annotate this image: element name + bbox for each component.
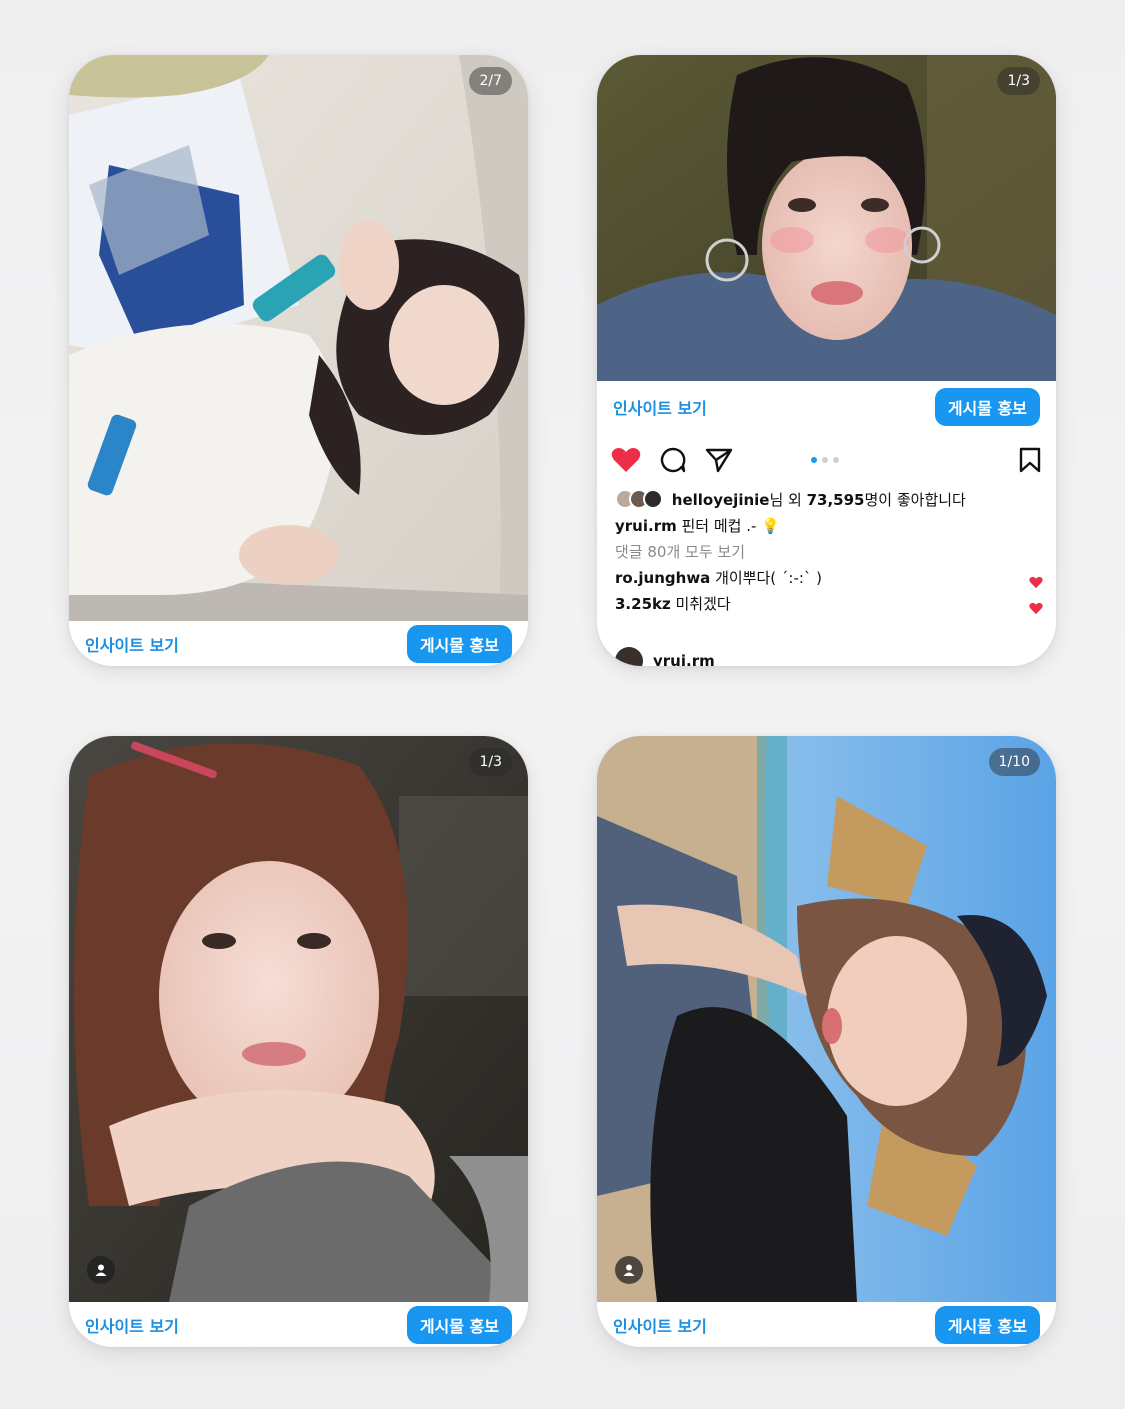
view-insights-link[interactable]: 인사이트 보기: [613, 395, 707, 419]
promote-post-button[interactable]: 게시물 홍보: [406, 1305, 512, 1344]
promote-post-button[interactable]: 게시물 홍보: [934, 388, 1040, 426]
post-photo[interactable]: 1/3: [597, 55, 1056, 381]
carousel-counter: 1/3: [469, 748, 512, 776]
promote-post-button[interactable]: 게시물 홍보: [406, 624, 512, 663]
comment-icon[interactable]: [659, 446, 687, 474]
post-action-bar: 인사이트 보기 게시물 홍보: [597, 381, 1056, 433]
post-details: helloyejinie님 외 73,595명이 좋아합니다 yrui.rm 핀…: [615, 487, 1043, 617]
carousel-counter: 2/7: [469, 67, 512, 95]
post-photo[interactable]: 2/7: [69, 55, 528, 621]
bookmark-icon[interactable]: [1018, 447, 1042, 473]
likes-count[interactable]: 73,595: [807, 491, 865, 509]
comment-heart-icon[interactable]: [1029, 597, 1043, 623]
post-action-bar: 인사이트 보기 게시물 홍보: [69, 621, 528, 666]
likes-suffix-1: 님 외: [769, 491, 807, 509]
comment-text: 개이뿌다( ´:-:` ): [710, 569, 823, 587]
comment-username[interactable]: ro.junghwa: [615, 569, 710, 587]
tagged-user-icon[interactable]: [615, 1256, 643, 1284]
post-card-1[interactable]: 2/7 인사이트 보기 게시물 홍보: [69, 55, 528, 666]
comment-row: ro.junghwa 개이뿌다( ´:-:` ): [615, 565, 1043, 591]
next-post-username[interactable]: yrui.rm: [653, 652, 715, 666]
tagged-user-icon[interactable]: [87, 1256, 115, 1284]
avatar: [615, 647, 643, 666]
liker-avatars: [615, 489, 667, 509]
carousel-counter: 1/3: [997, 67, 1040, 95]
caption-username[interactable]: yrui.rm: [615, 517, 677, 535]
comment-text: 미취겠다: [670, 595, 731, 613]
view-all-comments-link[interactable]: 댓글 80개 모두 보기: [615, 539, 1035, 565]
post-photo[interactable]: 1/10: [597, 736, 1056, 1302]
post-icon-row: [597, 440, 1056, 480]
view-insights-link[interactable]: 인사이트 보기: [613, 1313, 707, 1337]
promote-post-button[interactable]: 게시물 홍보: [934, 1305, 1040, 1344]
post-card-2[interactable]: 1/3 인사이트 보기 게시물 홍보 helloyejinie님 외 73,59…: [597, 55, 1056, 666]
view-insights-link[interactable]: 인사이트 보기: [85, 1313, 179, 1337]
post-action-bar: 인사이트 보기 게시물 홍보: [69, 1302, 528, 1347]
carousel-counter: 1/10: [988, 748, 1040, 776]
likes-line[interactable]: helloyejinie님 외 73,595명이 좋아합니다: [615, 487, 1035, 513]
likes-suffix-2: 명이 좋아합니다: [864, 491, 966, 509]
post-card-3[interactable]: 1/3 인사이트 보기 게시물 홍보: [69, 736, 528, 1347]
post-card-4[interactable]: 1/10 인사이트 보기 게시물 홍보: [597, 736, 1056, 1347]
caption-line: yrui.rm 핀터 메컵 .- 💡: [615, 513, 1035, 539]
share-icon[interactable]: [705, 447, 733, 473]
comment-username[interactable]: 3.25kz: [615, 595, 671, 613]
heart-icon[interactable]: [611, 446, 641, 474]
post-photo[interactable]: 1/3: [69, 736, 528, 1302]
liker-username[interactable]: helloyejinie: [672, 491, 770, 509]
comment-row: 3.25kz 미취겠다: [615, 591, 1043, 617]
next-post-header[interactable]: yrui.rm: [615, 647, 715, 666]
carousel-dots: [811, 457, 839, 463]
view-insights-link[interactable]: 인사이트 보기: [85, 632, 179, 656]
post-action-bar: 인사이트 보기 게시물 홍보: [597, 1302, 1056, 1347]
caption-text: 핀터 메컵 .- 💡: [676, 517, 780, 535]
